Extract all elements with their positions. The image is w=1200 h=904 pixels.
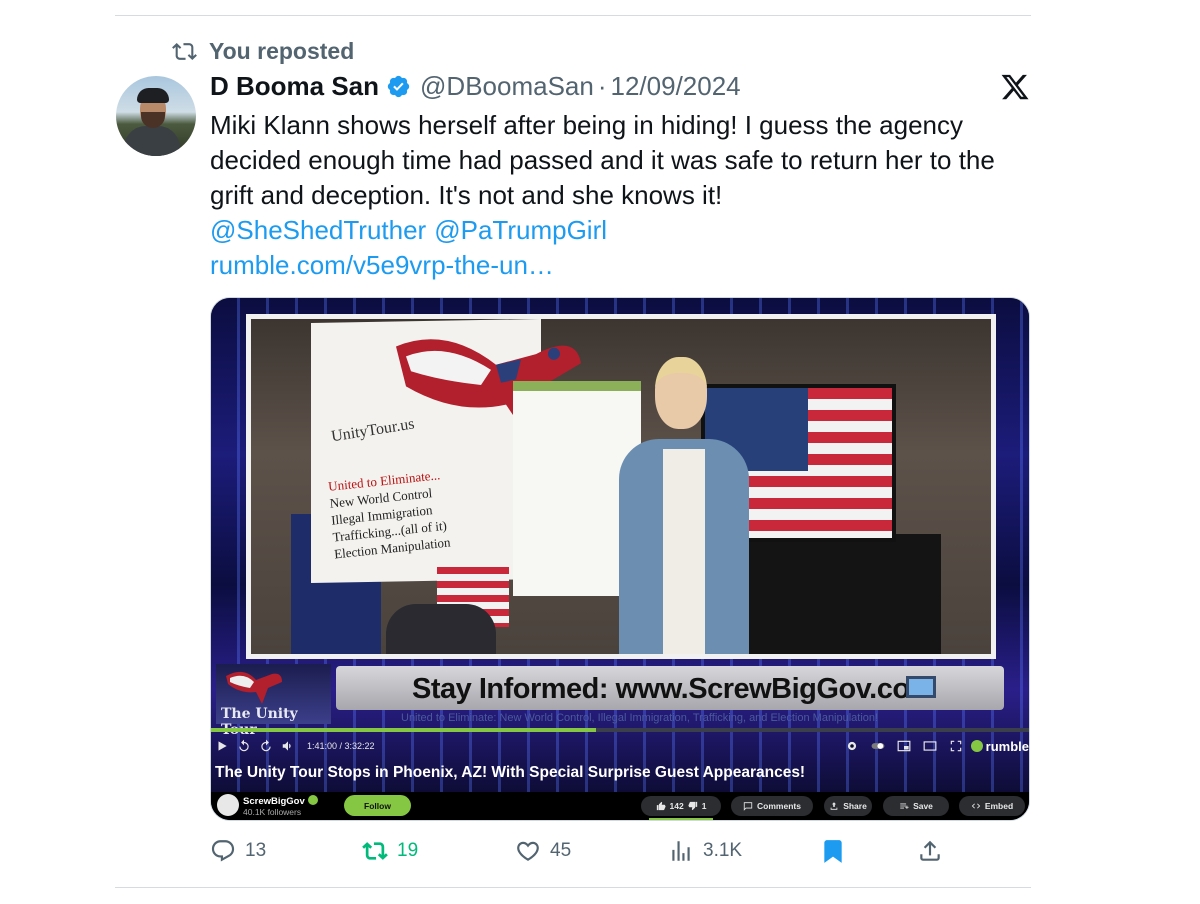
speaker-head (655, 357, 707, 429)
save-button[interactable]: Save (883, 796, 949, 816)
pip-icon (897, 740, 911, 752)
progress-fill (211, 728, 597, 732)
x-logo-icon[interactable] (1000, 72, 1030, 102)
separator: · (597, 71, 607, 101)
tweet-header: D Booma San @DBoomaSan · 12/09/2024 (210, 71, 741, 102)
video-frame[interactable]: UnityTour.us United to Eliminate... New … (246, 314, 996, 659)
post-date[interactable]: 12/09/2024 (611, 71, 741, 102)
playlist-icon (900, 803, 909, 809)
eagle-mini-icon (226, 671, 282, 704)
table (721, 534, 941, 654)
thumbs-up-icon[interactable] (656, 801, 666, 811)
repost-icon (362, 842, 388, 860)
monitor-icon (906, 676, 936, 698)
theater-icon (923, 741, 937, 751)
volume-button[interactable] (277, 735, 299, 757)
video-share-button[interactable]: Share (824, 796, 872, 816)
code-icon (971, 803, 980, 809)
player-controls: 1:41:00 / 3:32:22 rumble (211, 735, 1029, 757)
rewind-button[interactable] (233, 735, 255, 757)
crowd-photo (386, 604, 496, 654)
avatar[interactable] (116, 76, 196, 156)
play-button[interactable] (211, 735, 233, 757)
stay-informed-text: Stay Informed: www.ScrewBigGov.com (412, 673, 935, 705)
share-icon (920, 840, 940, 861)
channel-row: ScrewBigGov 40.1K followers Follow 142 1… (211, 792, 1029, 820)
handle[interactable]: @DBoomaSan (420, 71, 594, 102)
comments-button[interactable]: Comments (731, 796, 813, 816)
lower-third: The Unity Tour Stay Informed: www.ScrewB… (211, 664, 1029, 738)
stay-informed-box: Stay Informed: www.ScrewBigGov.com (336, 666, 1004, 710)
channel-verified-icon (307, 795, 318, 805)
bookmark-button[interactable] (820, 834, 846, 868)
upload-icon (830, 802, 838, 810)
reply-count: 13 (245, 840, 267, 861)
verified-badge-icon[interactable] (386, 74, 411, 99)
mentions: @SheShedTruther @PaTrumpGirl (210, 213, 1025, 248)
scroll-text: United to Eliminate: New World Control, … (401, 712, 879, 724)
tweet-body: Miki Klann shows herself after being in … (210, 110, 995, 210)
views-icon (672, 841, 690, 861)
theater-button[interactable] (919, 735, 941, 757)
like-count: 45 (550, 840, 572, 861)
rumble-logo-icon (970, 740, 983, 752)
embed-button[interactable]: Embed (959, 796, 1025, 816)
repost-label: You reposted (209, 38, 355, 64)
video-title[interactable]: The Unity Tour Stops in Phoenix, AZ! Wit… (215, 764, 805, 782)
fullscreen-button[interactable] (945, 735, 967, 757)
volume-icon (282, 741, 291, 751)
bookmark-icon (824, 840, 842, 863)
share-button[interactable] (917, 834, 943, 868)
mention-link[interactable]: @PaTrumpGirl (434, 215, 607, 245)
channel-avatar[interactable] (217, 794, 239, 816)
reply-icon (211, 840, 235, 862)
repost-button[interactable]: 19 (362, 834, 418, 868)
rumble-logo[interactable]: rumble (970, 739, 1029, 754)
channel-followers: 40.1K followers (243, 807, 302, 817)
forward-icon (261, 739, 271, 752)
follow-button[interactable]: Follow (344, 795, 411, 816)
thumbs-down-icon[interactable] (688, 801, 698, 811)
forward-button[interactable] (255, 735, 277, 757)
progress-bar[interactable] (211, 728, 1029, 732)
autoplay-toggle[interactable] (867, 735, 889, 757)
tweet-actions: 13 19 45 3.1K (210, 834, 1030, 868)
banner-list: United to Eliminate... New World Control… (327, 467, 452, 562)
like-icon (517, 841, 539, 861)
ticker-logo-text: The Unity Tour (221, 706, 298, 738)
speaker-shirt (663, 449, 705, 654)
downvote-count: 1 (701, 801, 707, 811)
tweet-text: Miki Klann shows herself after being in … (210, 108, 1025, 283)
vote-ratio-bar (649, 818, 713, 820)
upvote-count: 142 (669, 801, 684, 811)
timecode: 1:41:00 / 3:32:22 (307, 741, 375, 751)
top-divider (115, 15, 1031, 16)
repost-icon (172, 43, 197, 60)
views-button[interactable]: 3.1K (668, 834, 742, 868)
toggle-icon (871, 743, 885, 749)
comment-icon (743, 802, 753, 811)
settings-button[interactable] (841, 735, 863, 757)
like-button[interactable]: 45 (515, 834, 571, 868)
play-icon (218, 741, 227, 751)
fullscreen-icon (950, 740, 961, 752)
video-card[interactable]: UnityTour.us United to Eliminate... New … (210, 297, 1030, 821)
repost-indicator[interactable]: You reposted (172, 38, 354, 65)
mention-link[interactable]: @SheShedTruther (210, 215, 426, 245)
reply-button[interactable]: 13 (210, 834, 266, 868)
gear-icon (847, 741, 856, 751)
unity-tour-banner: UnityTour.us United to Eliminate... New … (311, 319, 581, 584)
vote-pill: 142 1 (641, 796, 721, 820)
rewind-icon (239, 739, 249, 752)
pip-button[interactable] (893, 735, 915, 757)
repost-count: 19 (397, 840, 419, 861)
channel-name[interactable]: ScrewBigGov (243, 795, 318, 807)
unity-tour-logo: The Unity Tour (216, 664, 331, 738)
display-name[interactable]: D Booma San (210, 71, 379, 102)
external-link[interactable]: rumble.com/v5e9vrp-the-un… (210, 248, 1025, 283)
views-count: 3.1K (703, 840, 743, 861)
bottom-divider (115, 887, 1031, 888)
